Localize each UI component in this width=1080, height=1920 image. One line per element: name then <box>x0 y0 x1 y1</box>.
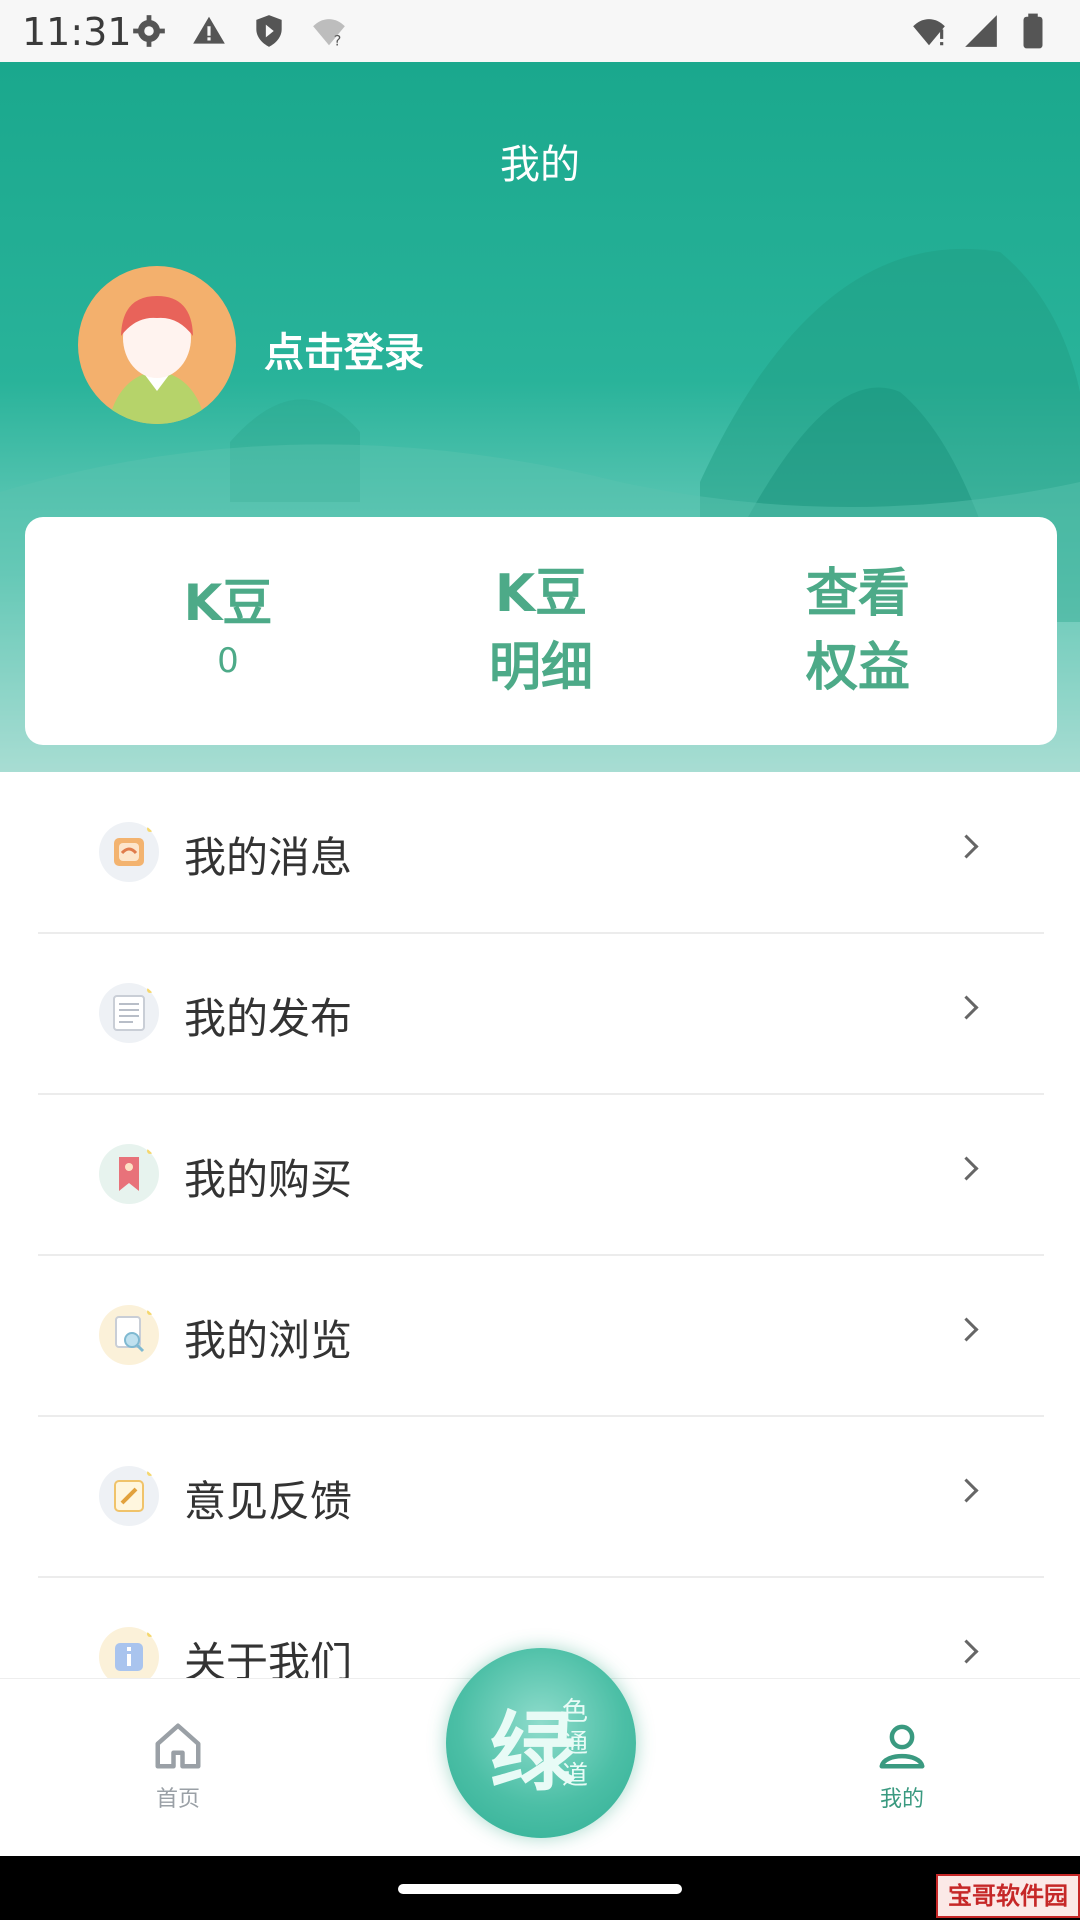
kdou-detail-line1: K豆 <box>494 564 588 624</box>
cell-signal-icon <box>965 15 997 47</box>
kdou-balance[interactable]: K豆 0 <box>68 517 388 745</box>
status-bar: 11:31 ? <box>0 0 1080 62</box>
menu-list: 我的消息 我的发布 我的购买 我的浏览 意见反馈 关于我们 <box>0 772 1080 1678</box>
avatar[interactable] <box>78 266 236 424</box>
view-benefits-button[interactable]: 查看 权益 <box>698 517 1018 745</box>
kdou-value: 0 <box>217 641 239 681</box>
menu-label: 意见反馈 <box>184 1477 353 1526</box>
menu-item-feedback[interactable]: 意见反馈 <box>38 1416 1044 1578</box>
menu-label: 我的浏览 <box>184 1316 353 1365</box>
kdou-label: K豆 <box>183 574 273 632</box>
kdou-detail-button[interactable]: K豆 明细 <box>381 517 701 745</box>
svg-text:?: ? <box>334 33 342 49</box>
chevron-right-icon <box>954 1639 979 1664</box>
view-benefits-line2: 权益 <box>805 638 910 698</box>
page-title: 我的 <box>500 142 580 188</box>
status-icons-left: ? <box>130 12 348 50</box>
system-nav-bar <box>0 1856 1080 1920</box>
bookmark-icon <box>99 1144 159 1204</box>
green-channel-button[interactable]: 绿 色通道 <box>446 1648 636 1838</box>
chevron-right-icon <box>954 995 979 1020</box>
avatar-illustration <box>108 296 206 424</box>
menu-label: 我的发布 <box>184 994 353 1043</box>
view-benefits-line1: 查看 <box>805 564 910 624</box>
tab-home[interactable]: 首页 <box>78 1679 278 1813</box>
chevron-right-icon <box>954 1156 979 1181</box>
chevron-right-icon <box>954 1317 979 1342</box>
wifi-alert-icon <box>913 19 945 46</box>
message-icon <box>99 822 159 882</box>
kdou-detail-label: K豆 明细 <box>381 557 701 705</box>
feedback-edit-icon <box>99 1466 159 1526</box>
green-channel-small-text: 色通道 <box>561 1697 588 1791</box>
settings-icon <box>133 15 165 47</box>
newspaper-icon <box>99 983 159 1043</box>
chevron-right-icon <box>954 834 979 859</box>
watermark: 宝哥软件园 <box>936 1874 1080 1918</box>
status-icons-right <box>910 12 1052 50</box>
browse-icon <box>99 1305 159 1365</box>
battery-icon <box>1023 13 1043 49</box>
kdou-detail-line2: 明细 <box>488 638 593 698</box>
menu-label: 关于我们 <box>184 1638 353 1678</box>
warning-icon <box>193 16 225 44</box>
view-benefits-label: 查看 权益 <box>698 557 1018 705</box>
status-time: 11:31 <box>22 10 132 54</box>
menu-item-purchases[interactable]: 我的购买 <box>38 1094 1044 1256</box>
menu-label: 我的购买 <box>184 1155 353 1204</box>
tab-mine-label: 我的 <box>879 1787 924 1812</box>
home-icon <box>155 1723 201 1769</box>
login-link[interactable]: 点击登录 <box>264 320 424 378</box>
wifi-question-icon: ? <box>313 19 345 49</box>
chevron-right-icon <box>954 1478 979 1503</box>
menu-item-posts[interactable]: 我的发布 <box>38 933 1044 1095</box>
tab-home-label: 首页 <box>155 1787 200 1812</box>
user-icon <box>879 1724 925 1769</box>
stats-card: K豆 0 K豆 明细 查看 权益 <box>25 517 1057 745</box>
info-icon <box>99 1627 159 1678</box>
menu-label: 我的消息 <box>184 833 353 882</box>
shield-icon <box>256 15 282 47</box>
menu-item-browsing[interactable]: 我的浏览 <box>38 1255 1044 1417</box>
home-gesture-pill[interactable] <box>398 1884 682 1894</box>
tab-mine[interactable]: 我的 <box>802 1679 1002 1813</box>
menu-item-messages[interactable]: 我的消息 <box>38 772 1044 934</box>
